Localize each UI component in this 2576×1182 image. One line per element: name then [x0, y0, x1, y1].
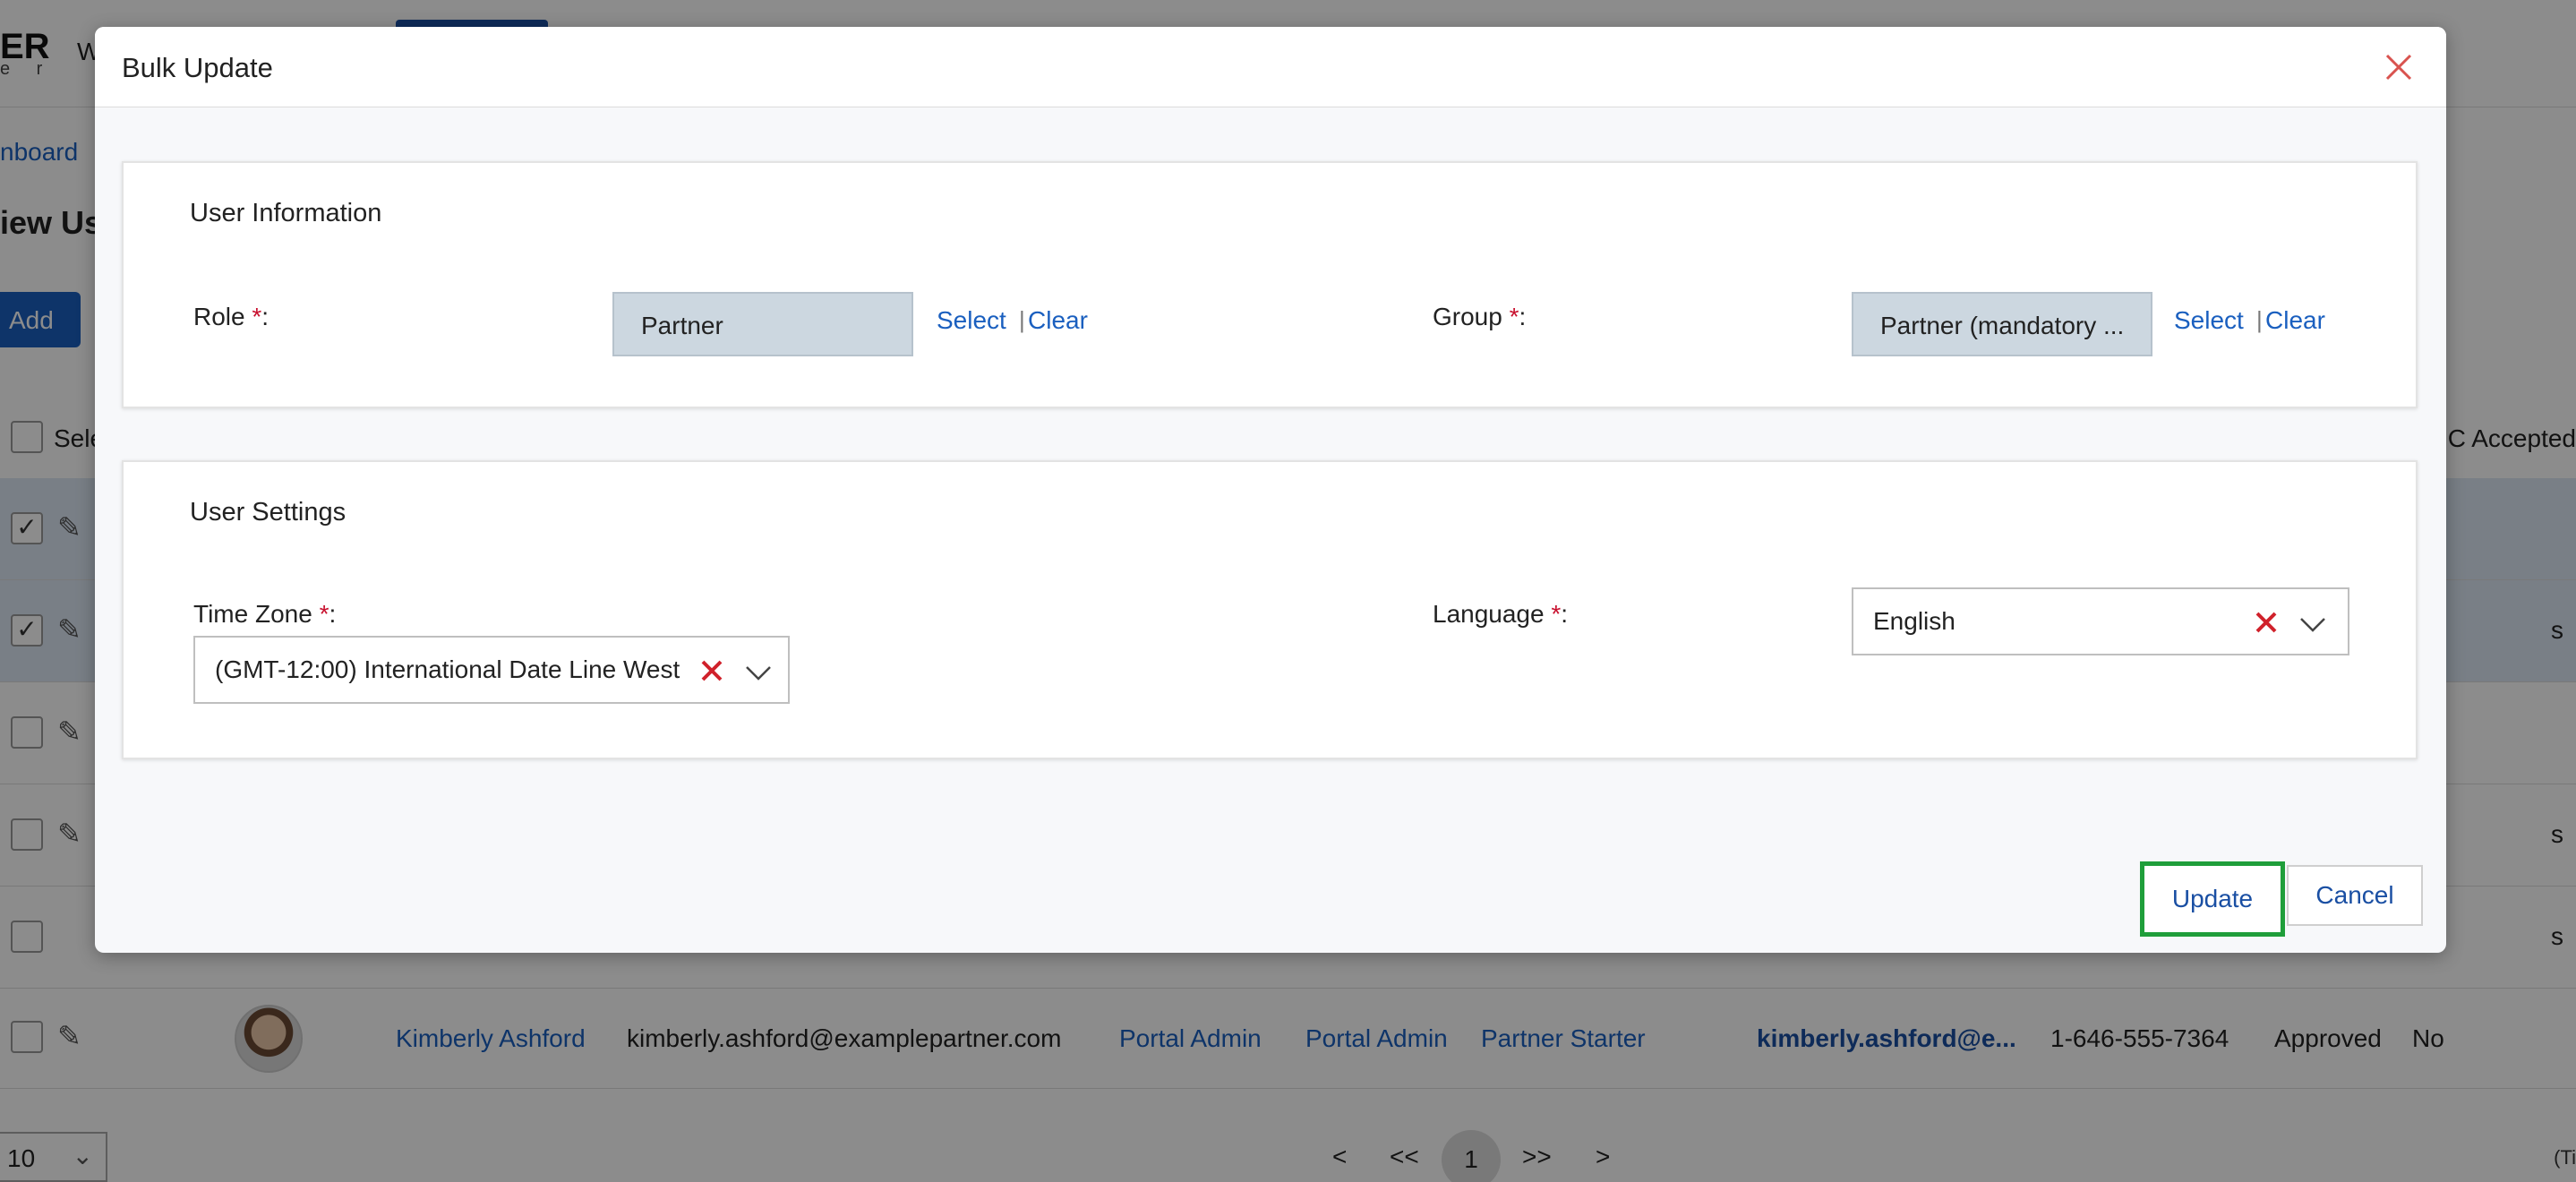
- user-information-section: User Information Role *: Partner Select …: [122, 161, 2418, 408]
- timezone-value: (GMT-12:00) International Date Line West: [215, 655, 680, 683]
- separator: |: [2256, 306, 2263, 333]
- role-label: Role *:: [193, 303, 270, 330]
- role-value-field: Partner: [612, 292, 913, 356]
- group-value-field: Partner (mandatory ...: [1852, 292, 2152, 356]
- language-select[interactable]: English: [1852, 587, 2349, 655]
- group-select-link[interactable]: Select: [2174, 306, 2244, 335]
- group-label: Group *:: [1433, 303, 1527, 330]
- language-value[interactable]: English: [1873, 607, 1956, 636]
- chevron-down-icon[interactable]: [743, 657, 774, 688]
- user-settings-section: User Settings Time Zone *: (GMT-12:00) I…: [122, 460, 2418, 759]
- separator: |: [1019, 306, 1025, 333]
- clear-icon[interactable]: [697, 655, 727, 686]
- cancel-button[interactable]: Cancel: [2287, 865, 2423, 926]
- group-clear-link[interactable]: Clear: [2265, 306, 2325, 335]
- timezone-select[interactable]: (GMT-12:00) International Date Line West: [193, 636, 790, 704]
- timezone-label: Time Zone *:: [193, 600, 337, 628]
- role-select-link[interactable]: Select: [937, 306, 1006, 335]
- update-button[interactable]: Update: [2140, 861, 2285, 937]
- role-clear-link[interactable]: Clear: [1028, 306, 1088, 335]
- clear-icon[interactable]: [2251, 607, 2281, 638]
- chevron-down-icon[interactable]: [2298, 609, 2328, 639]
- bulk-update-modal: Bulk Update User Information Role *: Par…: [95, 27, 2446, 953]
- section-title: User Information: [190, 199, 382, 227]
- language-label: Language *:: [1433, 600, 1569, 628]
- modal-title: Bulk Update: [122, 52, 273, 83]
- close-icon[interactable]: [2378, 47, 2419, 88]
- modal-header: Bulk Update: [95, 27, 2446, 107]
- section-title: User Settings: [190, 498, 347, 527]
